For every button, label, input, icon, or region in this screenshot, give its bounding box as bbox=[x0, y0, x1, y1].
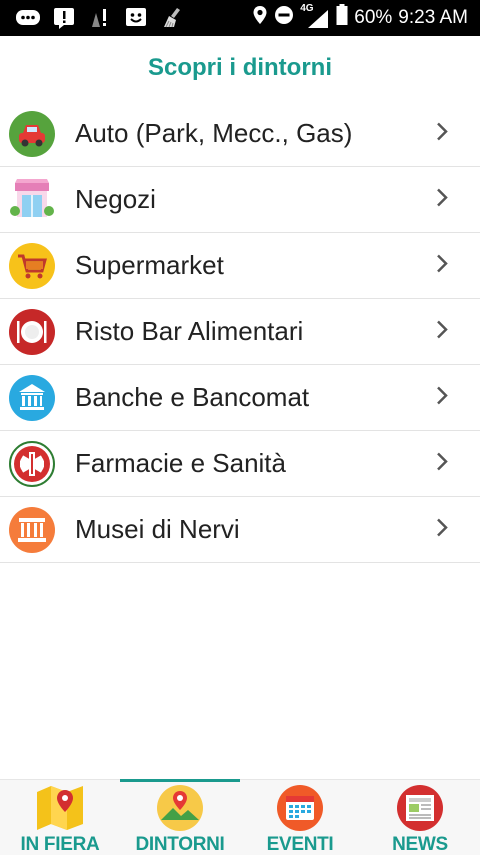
shop-icon bbox=[9, 177, 55, 223]
chevron-right-icon bbox=[436, 253, 448, 278]
cart-icon bbox=[9, 242, 55, 289]
list-item-banche[interactable]: Banche e Bancomat bbox=[0, 365, 480, 431]
list-item-label: Auto (Park, Mecc., Gas) bbox=[75, 118, 353, 148]
nearby-icon bbox=[155, 784, 205, 832]
signal-icon: 4G bbox=[300, 3, 330, 29]
calendar-icon bbox=[275, 784, 325, 832]
tab-label: NEWS bbox=[392, 834, 448, 855]
list-item-label: Risto Bar Alimentari bbox=[75, 316, 304, 346]
list-item-label: Farmacie e Sanità bbox=[75, 448, 286, 478]
status-bar: 4G 60% 9:23 AM bbox=[0, 0, 480, 36]
message-notification-icon bbox=[14, 7, 41, 29]
list-item-auto[interactable]: Auto (Park, Mecc., Gas) bbox=[0, 101, 480, 167]
pharmacy-icon bbox=[9, 440, 55, 487]
weather-alert-icon bbox=[86, 7, 113, 29]
clock: 9:23 AM bbox=[398, 7, 468, 28]
list-item-negozi[interactable]: Negozi bbox=[0, 167, 480, 233]
list-item-supermarket[interactable]: Supermarket bbox=[0, 233, 480, 299]
bottom-navigation: IN FIERA DINTORNI EVENTI NEWS bbox=[0, 779, 480, 855]
chevron-right-icon bbox=[436, 121, 448, 146]
tab-news[interactable]: NEWS bbox=[360, 780, 480, 855]
list-item-label: Negozi bbox=[75, 184, 156, 214]
battery-icon bbox=[336, 4, 348, 32]
emoji-notification-icon bbox=[122, 7, 149, 29]
list-item-farmacie[interactable]: Farmacie e Sanità bbox=[0, 431, 480, 497]
tab-dintorni[interactable]: DINTORNI bbox=[120, 779, 240, 855]
car-icon bbox=[9, 110, 55, 157]
list-item-label: Banche e Bancomat bbox=[75, 382, 310, 412]
chevron-right-icon bbox=[436, 451, 448, 476]
list-item-musei[interactable]: Musei di Nervi bbox=[0, 497, 480, 563]
location-icon bbox=[252, 5, 268, 31]
newspaper-icon bbox=[395, 784, 445, 832]
list-item-label: Musei di Nervi bbox=[75, 514, 240, 544]
chevron-right-icon bbox=[436, 385, 448, 410]
restaurant-icon bbox=[9, 308, 55, 355]
chevron-right-icon bbox=[436, 187, 448, 212]
category-list: Auto (Park, Mecc., Gas) Negozi Supermark… bbox=[0, 101, 480, 563]
tab-label: DINTORNI bbox=[135, 834, 225, 855]
page-title: Scopri i dintorni bbox=[148, 54, 332, 81]
tab-label: IN FIERA bbox=[20, 834, 100, 855]
tab-label: EVENTI bbox=[266, 834, 334, 855]
do-not-disturb-icon bbox=[274, 5, 294, 31]
tab-eventi[interactable]: EVENTI bbox=[240, 780, 360, 855]
list-item-risto-bar[interactable]: Risto Bar Alimentari bbox=[0, 299, 480, 365]
battery-percent: 60% bbox=[354, 7, 393, 28]
notification-icons bbox=[0, 7, 185, 29]
tab-in-fiera[interactable]: IN FIERA bbox=[0, 780, 120, 855]
list-item-label: Supermarket bbox=[75, 250, 224, 280]
alert-notification-icon bbox=[50, 7, 77, 29]
museum-icon bbox=[9, 506, 55, 553]
map-pin-icon bbox=[35, 784, 85, 832]
bank-icon bbox=[9, 374, 55, 421]
system-status: 4G 60% 9:23 AM bbox=[252, 3, 480, 32]
cleaner-notification-icon bbox=[158, 7, 185, 29]
chevron-right-icon bbox=[436, 517, 448, 542]
chevron-right-icon bbox=[436, 319, 448, 344]
